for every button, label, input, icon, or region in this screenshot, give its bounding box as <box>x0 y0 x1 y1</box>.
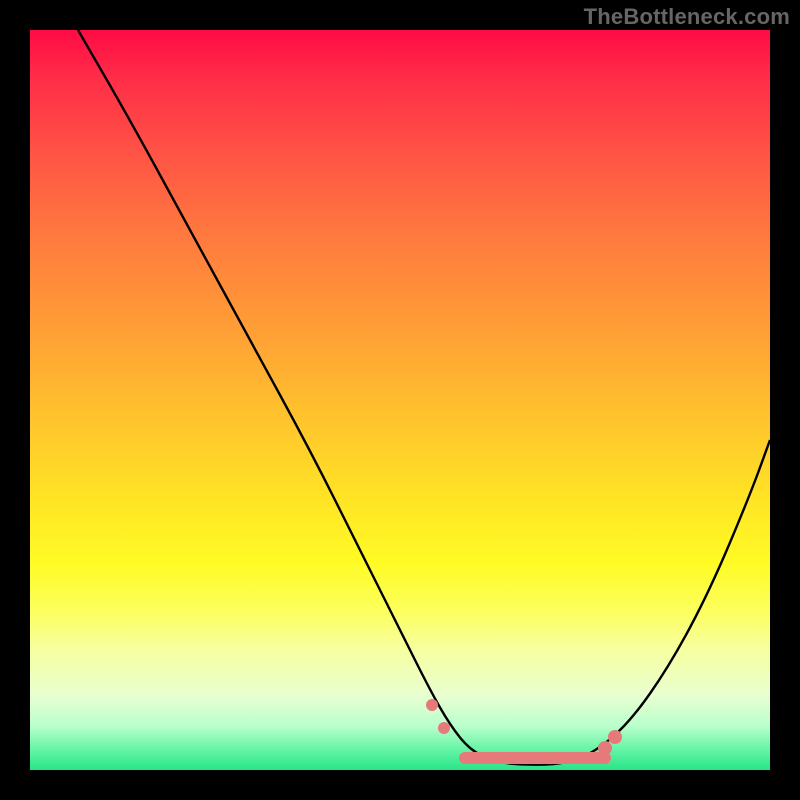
chart-frame: TheBottleneck.com <box>0 0 800 800</box>
highlight-dot <box>608 730 622 744</box>
chart-svg <box>30 30 770 770</box>
plot-area <box>30 30 770 770</box>
highlight-dot <box>426 699 438 711</box>
highlight-dot <box>438 722 450 734</box>
highlight-dot <box>598 741 612 755</box>
watermark-text: TheBottleneck.com <box>584 4 790 30</box>
bottleneck-curve <box>78 30 770 765</box>
optimal-range-dots <box>426 699 622 755</box>
